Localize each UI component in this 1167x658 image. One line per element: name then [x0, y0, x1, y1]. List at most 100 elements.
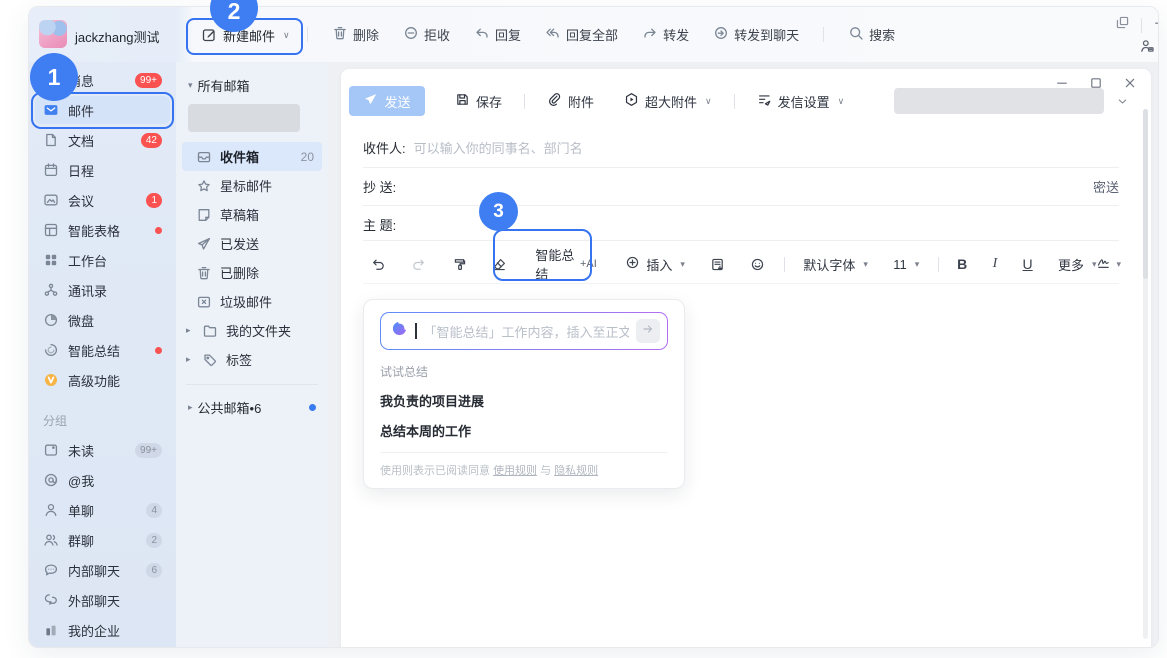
folder-item-已发送[interactable]: 已发送	[182, 229, 322, 258]
bold-button[interactable]: B	[957, 256, 967, 272]
folder-item-已删除[interactable]: 已删除	[182, 258, 322, 287]
scrollbar[interactable]	[1143, 109, 1148, 639]
sidebar-item-文档[interactable]: 文档42	[35, 126, 170, 154]
caret-down-icon: ▾	[915, 259, 920, 270]
folder-item-我的文件夹[interactable]: ▸我的文件夹	[182, 316, 322, 345]
font-family-value: 默认字体	[803, 255, 855, 274]
underline-button[interactable]: U	[1023, 256, 1033, 272]
toolbar-action-label: 回复	[495, 25, 521, 44]
cc-field[interactable]: 抄 送: 密送	[363, 168, 1119, 206]
signature-menu[interactable]: ▾	[1096, 255, 1121, 273]
subject-field[interactable]: 主 题:	[363, 206, 1119, 242]
sidebar-item-高级功能[interactable]: 高级功能	[35, 366, 170, 394]
sidebar-item-label: 文档	[68, 131, 94, 150]
toolbar-action-label: 删除	[353, 25, 379, 44]
divider	[363, 240, 1119, 241]
unread-badge: 1	[146, 193, 162, 208]
user-avatar[interactable]	[39, 20, 67, 48]
all-mailboxes-header[interactable]: ▾ 所有邮箱	[176, 74, 328, 96]
ai-prompt-input[interactable]: 「智能总结」工作内容，插入至正文	[380, 312, 668, 350]
count-badge: 6	[146, 563, 162, 578]
terms-middle: 与	[537, 465, 554, 477]
sidebar-item-微盘[interactable]: 微盘	[35, 306, 170, 334]
to-field[interactable]: 收件人: 可以输入你的同事名、部门名	[363, 127, 1119, 168]
chevron-down-icon: ∨	[838, 96, 845, 107]
chevron-down-icon[interactable]	[1116, 95, 1129, 108]
more-formats-menu[interactable]: 更多 ▾	[1058, 255, 1097, 274]
from-account-redacted[interactable]	[894, 88, 1104, 114]
count-badge: 99+	[135, 443, 162, 458]
toolbar-action-回复[interactable]: 回复	[474, 25, 521, 44]
contact-card-icon[interactable]	[1139, 38, 1155, 59]
caret-down-icon: ▾	[188, 80, 193, 91]
folder-item-垃圾邮件[interactable]: 垃圾邮件	[182, 287, 322, 316]
sidebar-item-label: 群聊	[68, 531, 94, 550]
send-settings-button[interactable]: 发信设置 ∨	[757, 92, 845, 111]
usage-rules-link[interactable]: 使用规则	[493, 465, 537, 477]
sidebar-item-label: 内部聊天	[68, 561, 120, 580]
redo-icon[interactable]	[411, 257, 426, 272]
sidebar-item-我的企业[interactable]: 我的企业	[35, 616, 170, 644]
toolbar-action-label: 转发到聊天	[734, 25, 799, 44]
attachment-button[interactable]: 附件	[547, 92, 594, 111]
folder-item-标签[interactable]: ▸标签	[182, 345, 322, 374]
sidebar-item-label: 邮件	[68, 101, 94, 120]
bubble-icon	[43, 562, 59, 578]
font-family-select[interactable]: 默认字体 ▾	[803, 255, 868, 274]
sidebar-item-label: 高级功能	[68, 371, 120, 390]
folder-item-草稿箱[interactable]: 草稿箱	[182, 200, 322, 229]
divider	[380, 452, 668, 453]
privacy-rules-link[interactable]: 隐私规则	[554, 465, 598, 477]
sidebar-item-日程[interactable]: 日程	[35, 156, 170, 184]
undo-icon[interactable]	[371, 257, 386, 272]
caret-right-icon: ▸	[188, 402, 193, 413]
toolbar-action-删除[interactable]: 删除	[332, 25, 379, 44]
ai-suggestion-item[interactable]: 总结本周的工作	[380, 421, 668, 440]
emoji-icon[interactable]	[750, 257, 765, 272]
sidebar-item-未读[interactable]: 未读99+	[35, 436, 170, 464]
toolbar-action-回复全部[interactable]: 回复全部	[545, 25, 618, 44]
sidebar-item-工作台[interactable]: 工作台	[35, 246, 170, 274]
eraser-icon[interactable]	[492, 257, 507, 272]
large-attachment-button[interactable]: 超大附件 ∨	[624, 92, 712, 111]
font-size-select[interactable]: 11 ▾	[893, 257, 919, 272]
format-painter-icon[interactable]	[452, 257, 467, 272]
toolbar-action-转发到聊天[interactable]: 转发到聊天	[713, 25, 799, 44]
doc-icon	[43, 132, 59, 148]
toolbar-action-转发[interactable]: 转发	[642, 25, 689, 44]
scrollbar-thumb[interactable]	[1143, 109, 1148, 279]
minimize-icon[interactable]	[1153, 16, 1159, 35]
sidebar-item-外部聊天[interactable]: 外部聊天	[35, 586, 170, 614]
template-icon[interactable]	[710, 257, 725, 272]
bcc-toggle[interactable]: 密送	[1093, 177, 1119, 196]
save-button[interactable]: 保存	[455, 92, 502, 111]
arrow-right-icon	[641, 322, 655, 341]
sidebar-item-群聊[interactable]: 群聊2	[35, 526, 170, 554]
chevron-down-icon: ∨	[705, 96, 712, 107]
sidebar-item-通讯录[interactable]: 通讯录	[35, 276, 170, 304]
send-button[interactable]: 发送	[349, 86, 425, 116]
search-button[interactable]: 搜索	[848, 25, 895, 44]
save-icon	[455, 92, 470, 110]
insert-menu[interactable]: 插入 ▾	[625, 255, 685, 274]
sidebar-item-内部聊天[interactable]: 内部聊天 6	[35, 556, 170, 584]
folder-item-星标邮件[interactable]: 星标邮件	[182, 171, 322, 200]
ai-summary-button[interactable]: 智能总结 +AI	[525, 239, 606, 289]
public-mailbox-label: 公共邮箱•6	[198, 398, 262, 417]
sidebar-item-会议[interactable]: 会议1	[35, 186, 170, 214]
sidebar-item-@我[interactable]: @我	[35, 466, 170, 494]
popout-icon[interactable]	[1115, 15, 1130, 35]
toolbar-action-拒收[interactable]: 拒收	[403, 25, 450, 44]
sidebar-section-label: 分组	[43, 410, 162, 430]
italic-button[interactable]: I	[993, 256, 998, 272]
sidebar-item-单聊[interactable]: 单聊4	[35, 496, 170, 524]
ai-suggestion-item[interactable]: 我负责的项目进展	[380, 391, 668, 410]
titlebar: jackzhang测试 新建邮件 ∨ 删除拒收回复回复全部转发转发到聊天搜索	[29, 7, 1158, 62]
sidebar-item-智能表格[interactable]: 智能表格	[35, 216, 170, 244]
public-mailbox-item[interactable]: ▸ 公共邮箱•6	[176, 394, 328, 420]
folder-item-收件箱[interactable]: 收件箱20	[182, 142, 322, 171]
sidebar-item-label: 日程	[68, 161, 94, 180]
toolbar-action-label: 拒收	[424, 25, 450, 44]
sidebar-item-智能总结[interactable]: 智能总结	[35, 336, 170, 364]
ai-submit-button[interactable]	[636, 319, 660, 343]
